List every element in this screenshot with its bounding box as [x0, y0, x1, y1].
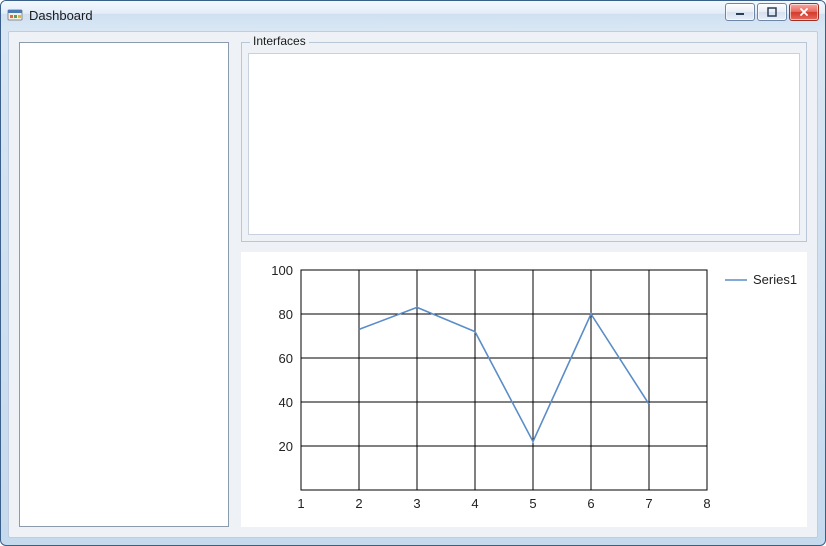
maximize-icon	[767, 7, 777, 17]
y-tick-label: 100	[271, 263, 293, 278]
x-tick-label: 1	[297, 496, 304, 511]
minimize-icon	[735, 7, 745, 17]
x-tick-label: 2	[355, 496, 362, 511]
x-tick-label: 6	[587, 496, 594, 511]
y-tick-label: 20	[279, 439, 293, 454]
window-frame: Dashboard Interfaces	[0, 0, 826, 546]
title-bar[interactable]: Dashboard	[1, 1, 825, 29]
window-title: Dashboard	[29, 8, 93, 23]
x-tick-label: 8	[703, 496, 710, 511]
maximize-button[interactable]	[757, 3, 787, 21]
interfaces-groupbox: Interfaces	[241, 42, 807, 242]
interfaces-groupbox-title: Interfaces	[250, 34, 309, 48]
window-controls	[725, 3, 819, 21]
chart-panel: 1 2 3 4 5 6 7 8 20 40 60 80 100 Series1	[241, 252, 807, 527]
y-tick-label: 40	[279, 395, 293, 410]
x-tick-label: 7	[645, 496, 652, 511]
close-icon	[799, 7, 809, 17]
interfaces-content[interactable]	[248, 53, 800, 235]
line-chart: 1 2 3 4 5 6 7 8 20 40 60 80 100 Series1	[241, 252, 807, 520]
left-panel[interactable]	[19, 42, 229, 527]
client-area: Interfaces 1 2 3 4 5 6 7 8 20 40 60 80 100 Series1	[8, 31, 818, 538]
x-tick-label: 5	[529, 496, 536, 511]
y-tick-label: 60	[279, 351, 293, 366]
series-line	[359, 307, 649, 441]
app-icon	[7, 7, 23, 23]
legend-label: Series1	[753, 272, 797, 287]
x-tick-label: 4	[471, 496, 478, 511]
minimize-button[interactable]	[725, 3, 755, 21]
x-tick-label: 3	[413, 496, 420, 511]
close-button[interactable]	[789, 3, 819, 21]
y-tick-label: 80	[279, 307, 293, 322]
